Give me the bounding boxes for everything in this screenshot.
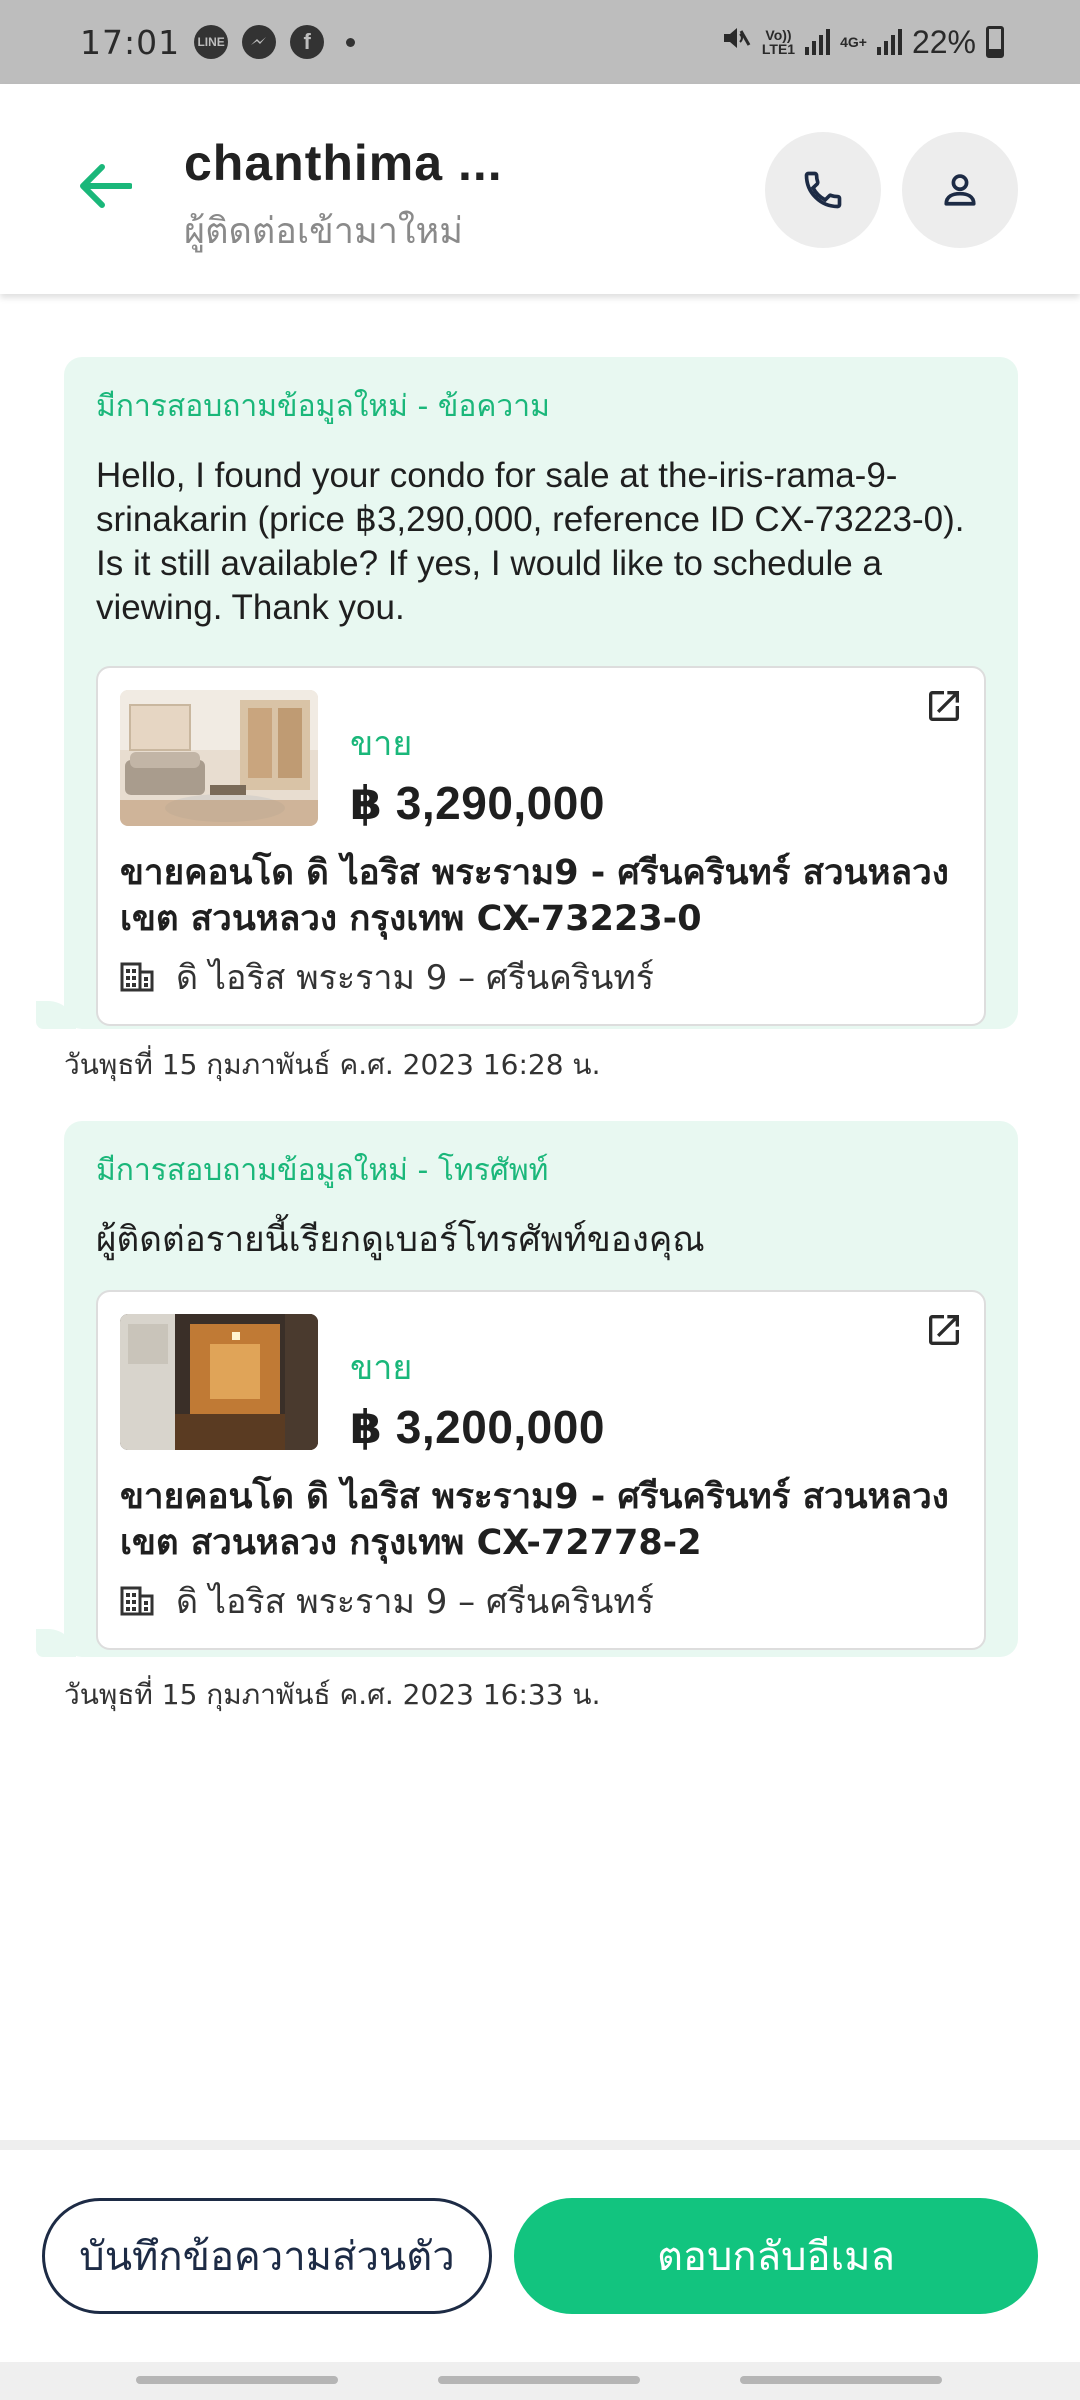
message-body: Hello, I found your condo for sale at th… [96, 456, 965, 627]
contact-profile-button[interactable] [902, 132, 1018, 248]
system-nav-bar [0, 2362, 1080, 2400]
project-name: ดิ ไอริส พระราม 9 – ศรีนครินทร์ [176, 958, 654, 998]
message-timestamp: วันพุธที่ 15 กุมภาพันธ์ ค.ศ. 2023 16:28 … [64, 1048, 601, 1081]
nav-recents-handle[interactable] [136, 2376, 338, 2384]
open-external-icon[interactable] [924, 1310, 964, 1350]
listing-price: ฿ 3,200,000 [350, 1401, 605, 1453]
message-heading: มีการสอบถามข้อมูลใหม่ - ข้อความ [96, 389, 550, 424]
contact-name: chanthima ... [184, 135, 503, 191]
signal-icon [876, 29, 902, 55]
private-note-button[interactable]: บันทึกข้อความส่วนตัว [42, 2198, 492, 2314]
divider [0, 2140, 1080, 2150]
facebook-icon: f [290, 25, 325, 59]
message-body: ผู้ติดต่อรายนี้เรียกดูเบอร์โทรศัพท์ของคุ… [96, 1220, 705, 1259]
network-label: 4G+ [840, 34, 867, 50]
status-bar: 17:01 LINE f Vo)) LTE1 4G+ 22% [0, 0, 1080, 84]
volte-label: Vo)) LTE1 [761, 27, 796, 57]
listing-project: ดิ ไอริส พระราม 9 – ศรีนครินทร์ [120, 950, 962, 1004]
listing-price: ฿ 3,290,000 [350, 777, 605, 829]
person-icon [944, 174, 976, 206]
messenger-icon [242, 25, 277, 59]
message-bubble: มีการสอบถามข้อมูลใหม่ - โทรศัพท์ ผู้ติดต… [36, 1121, 1018, 1657]
reply-email-button[interactable]: ตอบกลับอีเมล [514, 2198, 1038, 2314]
listing-type: ขาย [350, 724, 413, 764]
app-header: chanthima ... ผู้ติดต่อเข้ามาใหม่ [0, 84, 1080, 294]
phone-icon [804, 171, 842, 209]
contact-status: ผู้ติดต่อเข้ามาใหม่ [184, 211, 463, 252]
building-icon [120, 962, 154, 992]
message-heading: มีการสอบถามข้อมูลใหม่ - โทรศัพท์ [96, 1153, 549, 1188]
listing-photo [120, 690, 318, 826]
nav-home-handle[interactable] [438, 2376, 640, 2384]
project-name: ดิ ไอริส พระราม 9 – ศรีนครินทร์ [176, 1582, 654, 1622]
listing-title: ขายคอนโด ดิ ไอริส พระราม9 - ศรีนครินทร์ … [120, 1477, 949, 1563]
listing-title: ขายคอนโด ดิ ไอริส พระราม9 - ศรีนครินทร์ … [120, 853, 949, 939]
nav-back-handle[interactable] [740, 2376, 942, 2384]
listing-card[interactable]: ขาย ฿ 3,200,000 ขายคอนโด ดิ ไอริส พระราม… [96, 1290, 986, 1650]
signal-icon [805, 29, 831, 55]
listing-card[interactable]: ขาย ฿ 3,290,000 ขายคอนโด ดิ ไอริส พระราม… [96, 666, 986, 1026]
clock: 17:01 [80, 22, 181, 62]
mute-icon [720, 22, 752, 62]
line-icon: LINE [194, 25, 229, 59]
notification-dot-icon [346, 37, 356, 47]
listing-project: ดิ ไอริส พระราม 9 – ศรีนครินทร์ [120, 1574, 962, 1628]
back-arrow-icon[interactable] [78, 164, 132, 208]
message-timestamp: วันพุธที่ 15 กุมภาพันธ์ ค.ศ. 2023 16:33 … [64, 1678, 601, 1711]
listing-type: ขาย [350, 1348, 413, 1388]
message-bubble: มีการสอบถามข้อมูลใหม่ - ข้อความ Hello, I… [36, 357, 1018, 1029]
listing-photo [120, 1314, 318, 1450]
battery-icon [986, 26, 1004, 58]
open-external-icon[interactable] [924, 686, 964, 726]
call-button[interactable] [765, 132, 881, 248]
battery-percent: 22% [911, 23, 976, 60]
building-icon [120, 1586, 154, 1616]
